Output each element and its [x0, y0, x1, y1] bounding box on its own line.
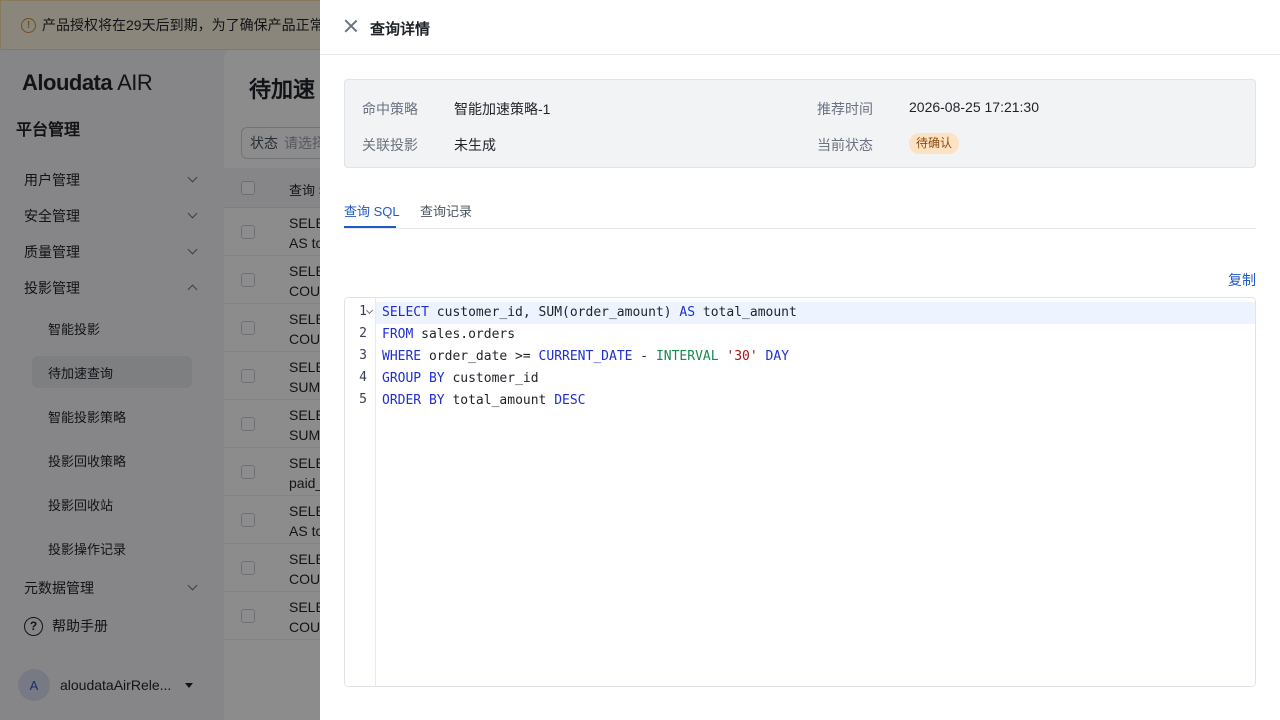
- code-token: '30': [726, 349, 758, 364]
- code-token: AS: [679, 305, 696, 320]
- status-badge: 待确认: [909, 133, 960, 154]
- query-detail-drawer: 查询详情 命中策略 智能加速策略-1 推荐时间 2026-08-25 17:21…: [320, 0, 1280, 720]
- line-number: 4: [359, 370, 367, 385]
- drawer-tabs: 查询 SQL 查询记录: [344, 194, 1256, 229]
- code-line[interactable]: FROM sales.orders: [382, 324, 515, 346]
- query-info-panel: 命中策略 智能加速策略-1 推荐时间 2026-08-25 17:21:30 关…: [344, 79, 1256, 168]
- line-number: 3: [359, 348, 367, 363]
- fold-chevron-icon[interactable]: [365, 306, 374, 315]
- line-number: 5: [359, 392, 367, 407]
- drawer-header: 查询详情: [320, 0, 1280, 55]
- code-line[interactable]: GROUP BY customer_id: [382, 368, 539, 390]
- projection-label: 关联投影: [362, 137, 418, 153]
- projection-value: 未生成: [454, 137, 496, 153]
- code-token: order_date >=: [421, 349, 539, 364]
- line-number-gutter: 1 2 3 4 5: [345, 298, 376, 686]
- code-token: -: [632, 349, 656, 364]
- line-number: 2: [359, 326, 367, 341]
- code-line[interactable]: SELECT customer_id, SUM(order_amount) AS…: [382, 302, 797, 324]
- close-icon[interactable]: [342, 17, 360, 35]
- code-token: SELECT: [382, 305, 429, 320]
- code-token: total_amount: [444, 393, 555, 408]
- tab-query-records[interactable]: 查询记录: [420, 201, 472, 220]
- code-line[interactable]: ORDER BY total_amount DESC: [382, 390, 586, 412]
- tab-query-sql[interactable]: 查询 SQL: [344, 201, 400, 220]
- code-token: total_amount: [695, 305, 797, 320]
- copy-button[interactable]: 复制: [1228, 270, 1256, 290]
- drawer-title: 查询详情: [370, 21, 431, 38]
- time-value: 2026-08-25 17:21:30: [909, 99, 1039, 115]
- sql-editor[interactable]: 1 2 3 4 5 SELECT customer_id, SUM(order_amou…: [344, 297, 1256, 687]
- code-token: GROUP BY: [382, 371, 445, 386]
- code-token: ORDER BY: [382, 393, 445, 408]
- code-token: CURRENT_DATE: [538, 349, 633, 364]
- code-token: INTERVAL: [655, 349, 719, 364]
- code-token: FROM: [382, 327, 414, 342]
- time-label: 推荐时间: [817, 101, 873, 117]
- status-label: 当前状态: [817, 137, 873, 153]
- code-token: customer_id, SUM(order_amount): [428, 305, 680, 320]
- code-token: sales.orders: [413, 327, 516, 342]
- line-number: 1: [359, 304, 367, 319]
- active-tab-indicator: [344, 226, 396, 228]
- strategy-value: 智能加速策略-1: [454, 101, 551, 117]
- code-token: WHERE: [382, 349, 422, 364]
- code-line[interactable]: WHERE order_date >= CURRENT_DATE - INTER…: [382, 346, 789, 368]
- code-token: DAY: [765, 349, 790, 364]
- code-token: customer_id: [444, 371, 539, 386]
- strategy-label: 命中策略: [362, 101, 418, 117]
- code-token: DESC: [554, 393, 586, 408]
